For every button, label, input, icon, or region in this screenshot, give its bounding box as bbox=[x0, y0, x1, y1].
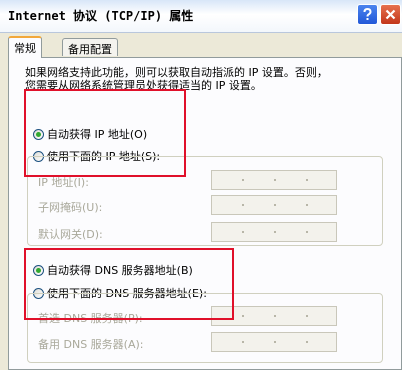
ip-auto-option[interactable]: 自动获得 IP 地址(O) bbox=[33, 126, 147, 142]
ip-auto-radio[interactable] bbox=[33, 128, 44, 140]
description: 如果网络支持此功能，则可以获取自动指派的 IP 设置。否则， 您需要从网络系统管… bbox=[25, 66, 385, 92]
ip-address-field bbox=[211, 170, 337, 190]
question-icon bbox=[363, 8, 372, 20]
dns-settings-group bbox=[27, 293, 383, 363]
dns-auto-radio[interactable] bbox=[33, 264, 44, 276]
default-gateway-field bbox=[211, 222, 337, 242]
tab-alternate-config[interactable]: 备用配置 bbox=[62, 38, 118, 56]
preferred-dns-field bbox=[211, 306, 337, 326]
dns-auto-option[interactable]: 自动获得 DNS 服务器地址(B) bbox=[33, 262, 193, 278]
help-button[interactable] bbox=[357, 4, 378, 25]
tab-general[interactable]: 常规 bbox=[8, 36, 42, 58]
default-gateway-label: 默认网关(D): bbox=[38, 228, 103, 241]
ip-auto-label: 自动获得 IP 地址(O) bbox=[47, 128, 148, 141]
description-line-2: 您需要从网络系统管理员处获得适当的 IP 设置。 bbox=[25, 79, 262, 92]
alternate-dns-field bbox=[211, 332, 337, 352]
close-icon bbox=[385, 9, 396, 20]
subnet-mask-field bbox=[211, 195, 337, 215]
window-title: Internet 协议 (TCP/IP) 属性 bbox=[8, 9, 194, 23]
preferred-dns-label: 首选 DNS 服务器(P): bbox=[38, 312, 143, 325]
subnet-mask-label: 子网掩码(U): bbox=[38, 201, 103, 214]
alternate-dns-label: 备用 DNS 服务器(A): bbox=[38, 338, 144, 351]
ip-address-label: IP 地址(I): bbox=[38, 176, 89, 189]
dns-auto-label: 自动获得 DNS 服务器地址(B) bbox=[47, 264, 193, 277]
close-button[interactable] bbox=[380, 4, 401, 25]
description-line-1: 如果网络支持此功能，则可以获取自动指派的 IP 设置。否则， bbox=[25, 66, 328, 79]
title-bar: Internet 协议 (TCP/IP) 属性 bbox=[0, 0, 402, 33]
